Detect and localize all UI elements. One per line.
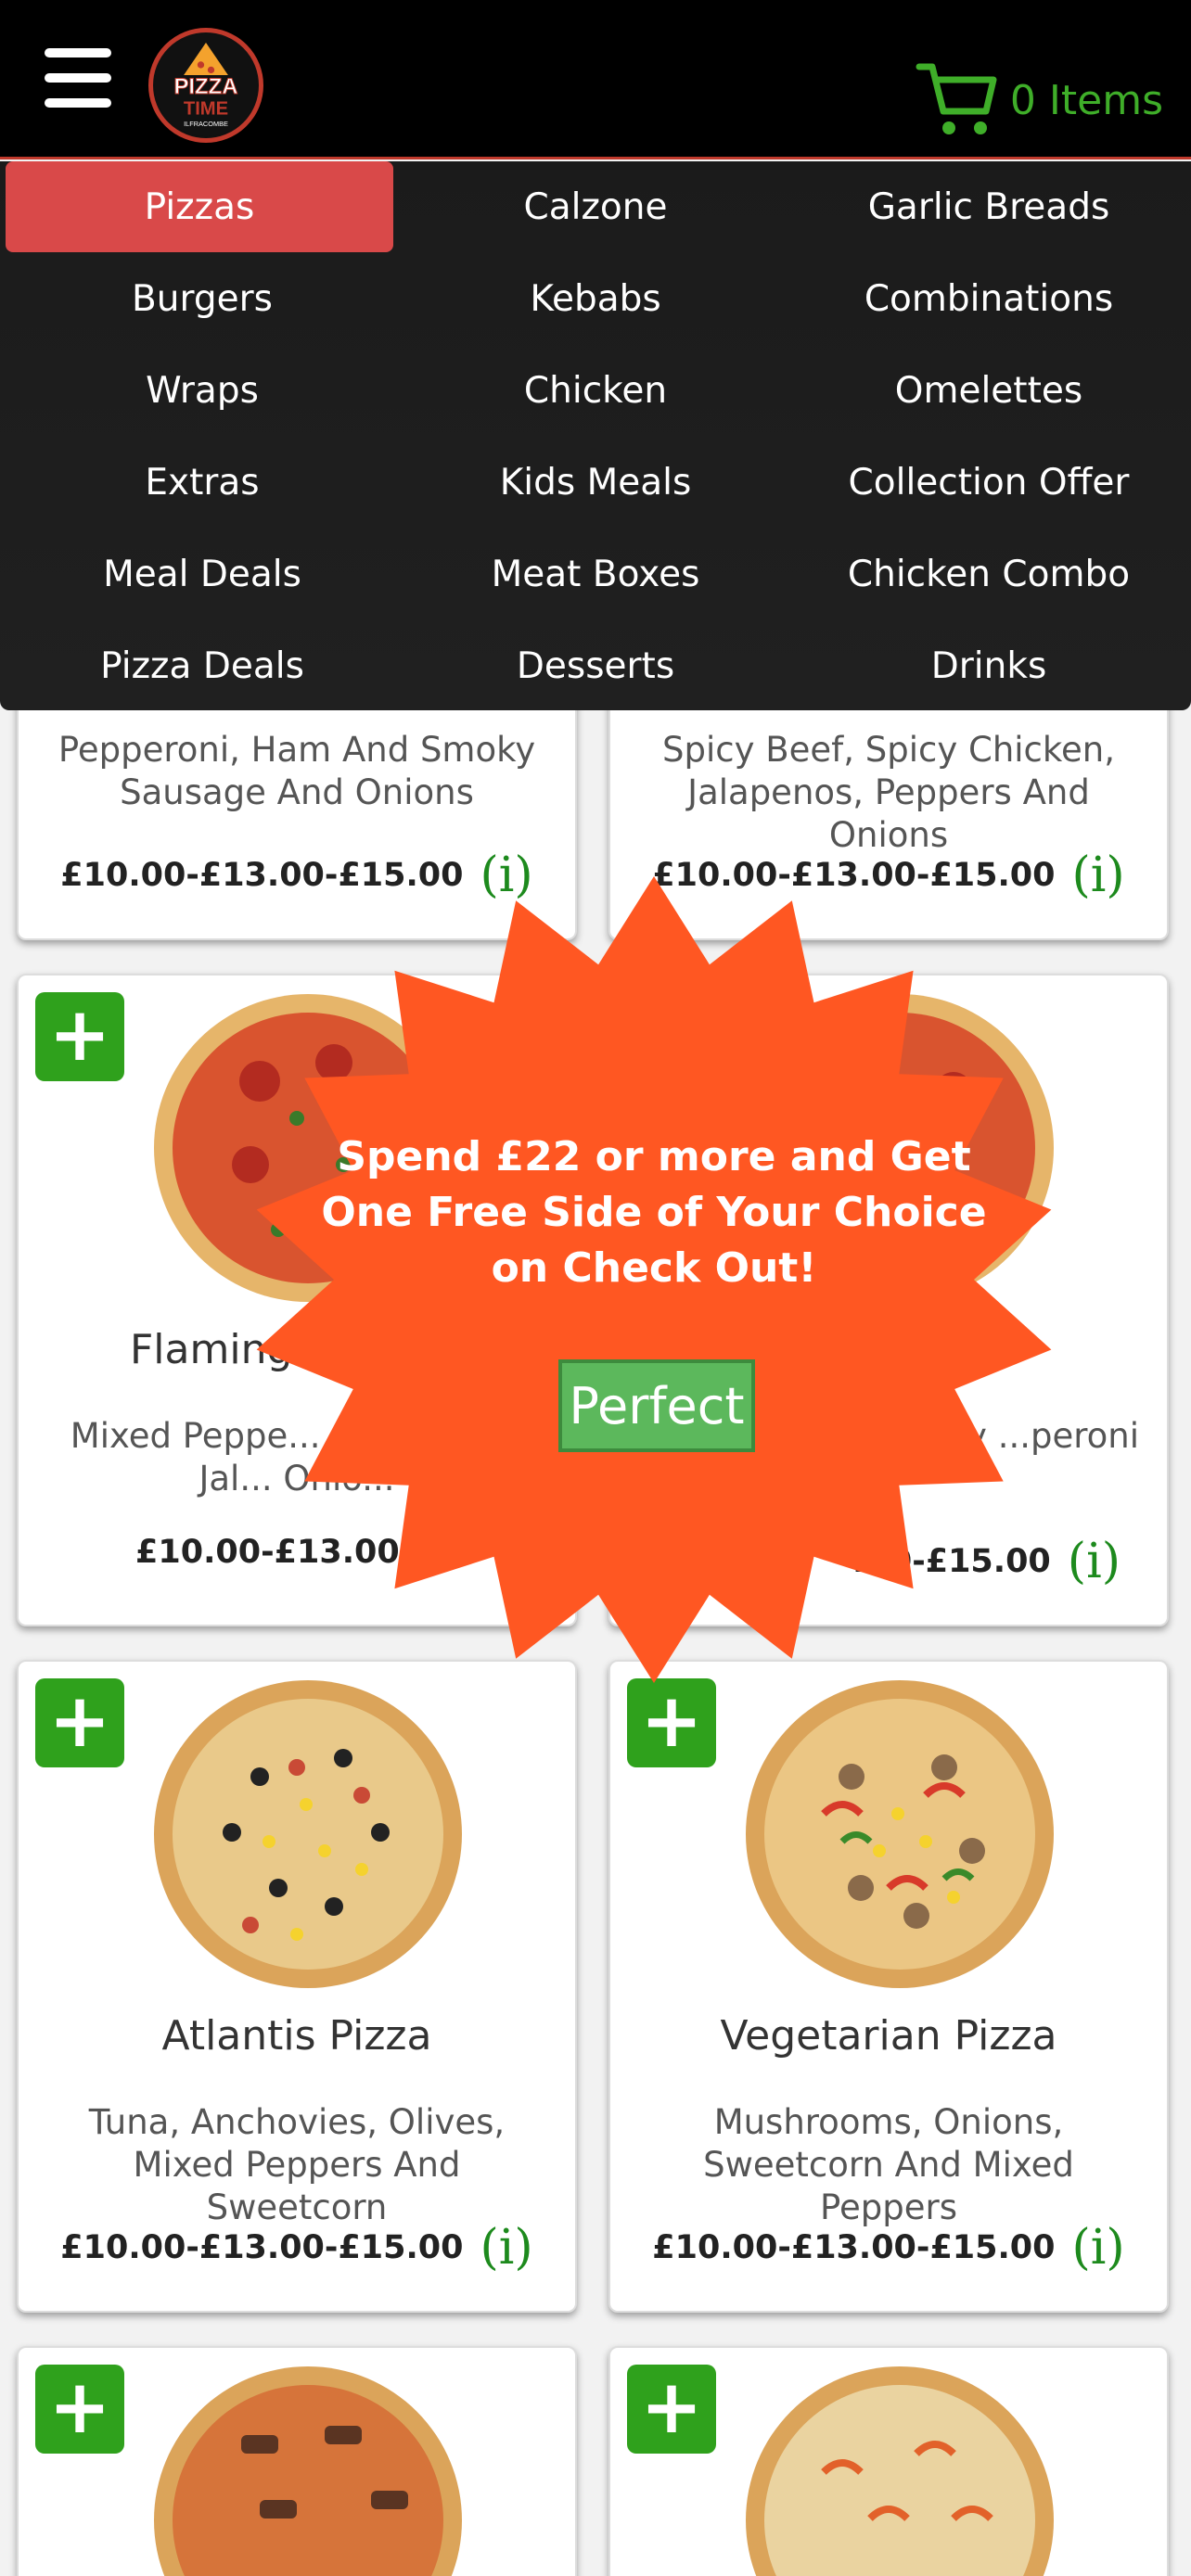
menu-item-calzone[interactable]: Calzone xyxy=(399,161,792,253)
menu-item-omelettes[interactable]: Omelettes xyxy=(792,345,1185,437)
menu-item-meat-boxes[interactable]: Meat Boxes xyxy=(399,529,792,620)
menu-item-garlic-breads[interactable]: Garlic Breads xyxy=(792,161,1185,253)
add-to-cart-button[interactable]: + xyxy=(35,1678,124,1767)
product-description: Pepperoni, Ham And Smoky Sausage And Oni… xyxy=(58,730,536,812)
promo-message: Spend £22 or more and Get One Free Side … xyxy=(321,1133,987,1292)
info-icon[interactable]: (i) xyxy=(1072,2220,1125,2276)
product-card[interactable]: + xyxy=(17,2346,577,2576)
svg-text:ILFRACOMBE: ILFRACOMBE xyxy=(184,120,228,128)
svg-text:TIME: TIME xyxy=(184,98,228,119)
menu-item-burgers[interactable]: Burgers xyxy=(6,253,399,345)
add-to-cart-button[interactable]: + xyxy=(35,992,124,1081)
pizza-time-logo[interactable]: PIZZA TIME ILFRACOMBE xyxy=(148,28,263,143)
svg-text:PIZZA: PIZZA xyxy=(173,74,237,99)
menu-item-pizza-deals[interactable]: Pizza Deals xyxy=(6,620,399,712)
product-price: £10.00-£13.00-£15.00 xyxy=(60,2229,464,2266)
menu-item-kebabs[interactable]: Kebabs xyxy=(399,253,792,345)
product-card[interactable]: + Vegetarian Pizza Mushrooms, Onions, Sw… xyxy=(608,1660,1169,2313)
info-icon[interactable]: (i) xyxy=(1068,1534,1121,1589)
info-icon[interactable]: (i) xyxy=(480,2220,533,2276)
product-price: £10.00-£13.00-£15.00 xyxy=(652,2229,1056,2266)
add-to-cart-button[interactable]: + xyxy=(35,2365,124,2454)
add-to-cart-button[interactable]: + xyxy=(627,1678,716,1767)
menu-item-chicken[interactable]: Chicken xyxy=(399,345,792,437)
menu-icon[interactable] xyxy=(45,48,111,108)
product-description: Spicy Beef, Spicy Chicken, Jalapenos, Pe… xyxy=(662,730,1115,855)
menu-item-combinations[interactable]: Combinations xyxy=(792,253,1185,345)
menu-item-pizzas[interactable]: Pizzas xyxy=(6,161,393,252)
menu-item-chicken-combo[interactable]: Chicken Combo xyxy=(792,529,1185,620)
menu-item-meal-deals[interactable]: Meal Deals xyxy=(6,529,399,620)
product-title: Atlantis Pizza xyxy=(161,2012,432,2060)
product-description: Mushrooms, Onions, Sweetcorn And Mixed P… xyxy=(703,2102,1074,2227)
category-menu: Pizzas Calzone Garlic Breads Burgers Keb… xyxy=(0,161,1191,710)
cart-icon xyxy=(916,63,997,134)
cart-button[interactable]: 0 Items xyxy=(914,57,1163,143)
perfect-button[interactable]: Perfect xyxy=(558,1359,755,1452)
promo-popup: Spend £22 or more and Get One Free Side … xyxy=(250,872,1057,1688)
pizza-image xyxy=(746,2366,1054,2576)
cart-count: 0 Items xyxy=(1009,76,1163,124)
menu-item-collection-offer[interactable]: Collection Offer xyxy=(792,437,1185,529)
product-card[interactable]: + Atlantis Pizza Tuna, Anchovies, Olives… xyxy=(17,1660,577,2313)
menu-item-desserts[interactable]: Desserts xyxy=(399,620,792,712)
pizza-image xyxy=(746,1680,1054,1988)
menu-item-wraps[interactable]: Wraps xyxy=(6,345,399,437)
product-title: Vegetarian Pizza xyxy=(720,2012,1057,2060)
pizza-image xyxy=(154,1680,462,1988)
header: PIZZA TIME ILFRACOMBE 0 Items xyxy=(0,0,1191,159)
add-to-cart-button[interactable]: + xyxy=(627,2365,716,2454)
menu-item-kids-meals[interactable]: Kids Meals xyxy=(399,437,792,529)
menu-item-drinks[interactable]: Drinks xyxy=(792,620,1185,712)
product-card[interactable]: + xyxy=(608,2346,1169,2576)
info-icon[interactable]: (i) xyxy=(1072,848,1125,903)
menu-item-extras[interactable]: Extras xyxy=(6,437,399,529)
pizza-image xyxy=(154,2366,462,2576)
product-description: Tuna, Anchovies, Olives, Mixed Peppers A… xyxy=(88,2102,506,2227)
